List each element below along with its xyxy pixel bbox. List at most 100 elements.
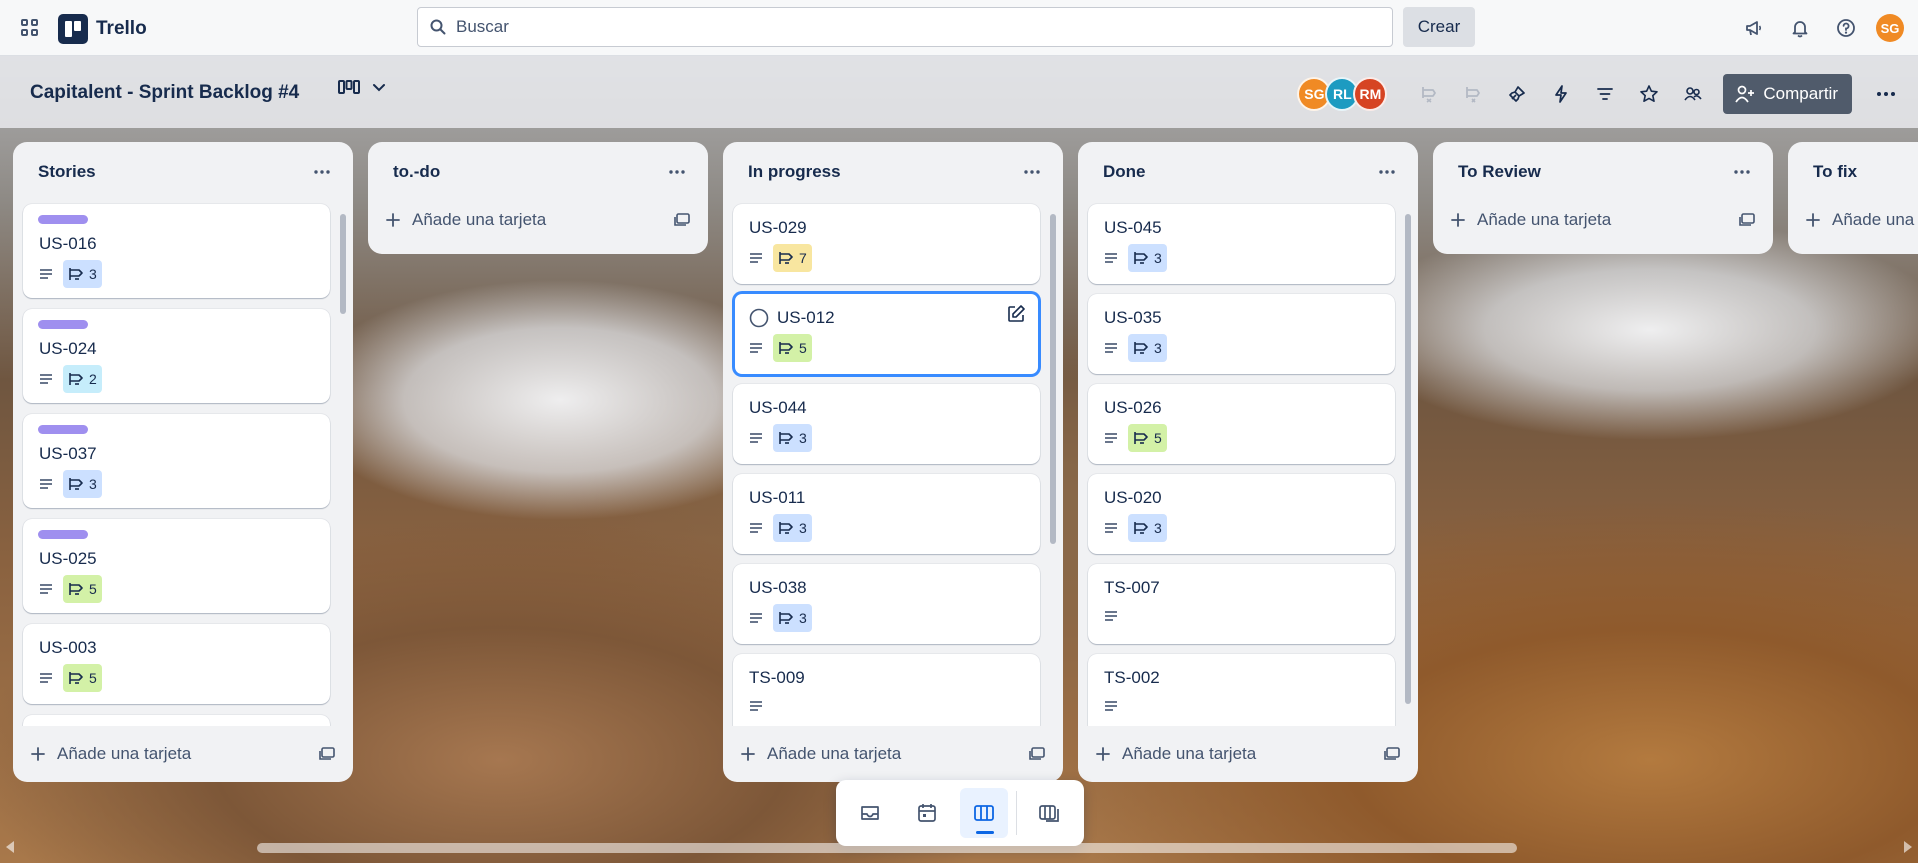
complete-checkbox-icon[interactable] <box>749 308 769 328</box>
lightning-icon[interactable] <box>1543 76 1579 112</box>
list-scrollbar[interactable] <box>339 202 347 726</box>
card[interactable]: US-045 3 <box>1088 204 1395 284</box>
board-title[interactable]: Capitalent - Sprint Backlog #4 <box>30 82 299 104</box>
description-icon <box>39 373 53 385</box>
list-scrollbar[interactable] <box>1404 202 1412 726</box>
card[interactable]: TS-007 <box>1088 564 1395 644</box>
template-icon[interactable] <box>319 747 335 761</box>
list-menu-icon[interactable] <box>1372 157 1402 187</box>
story-points-icon <box>69 373 83 385</box>
card-label[interactable] <box>38 320 88 329</box>
list-menu-icon[interactable] <box>1017 157 1047 187</box>
switch-board-button[interactable] <box>1025 788 1074 838</box>
help-icon[interactable] <box>1830 12 1862 44</box>
card[interactable]: TS-002 <box>1088 654 1395 726</box>
story-points-icon <box>69 478 83 490</box>
list-menu-icon[interactable] <box>662 157 692 187</box>
card[interactable]: US-020 3 <box>1088 474 1395 554</box>
card[interactable]: US-016 3 <box>23 204 330 298</box>
member-avatar[interactable]: RM <box>1353 77 1388 111</box>
story-points-badge: 5 <box>773 334 812 362</box>
description-icon <box>39 672 53 684</box>
list-title[interactable]: Stories <box>38 162 96 182</box>
card[interactable]: US-035 3 <box>1088 294 1395 374</box>
trello-logo[interactable]: Trello <box>58 14 147 44</box>
scroll-right-icon[interactable] <box>1904 841 1912 853</box>
template-icon[interactable] <box>1029 747 1045 761</box>
template-icon[interactable] <box>1384 747 1400 761</box>
story-points-icon <box>69 268 83 280</box>
add-card-button[interactable]: Añade una tarjeta <box>368 192 708 248</box>
list-scrollbar[interactable] <box>1049 202 1057 726</box>
list-title[interactable]: To fix <box>1813 162 1857 182</box>
template-icon[interactable] <box>674 213 690 227</box>
add-card-label: Añade una tarjeta <box>767 744 902 763</box>
app-switcher-icon[interactable] <box>16 14 44 42</box>
automation-disabled-icon <box>1411 76 1447 112</box>
board-view-button[interactable] <box>959 788 1009 838</box>
story-points-value: 5 <box>89 581 97 597</box>
card[interactable]: US-037 3 <box>23 414 330 508</box>
add-card-button[interactable]: Añade una tarjeta <box>13 726 353 782</box>
list-title[interactable]: Done <box>1103 162 1146 182</box>
story-points-value: 3 <box>89 266 97 282</box>
story-points-badge: 7 <box>773 244 812 272</box>
star-icon[interactable] <box>1631 76 1667 112</box>
description-icon <box>749 432 763 444</box>
description-icon <box>39 478 53 490</box>
card[interactable]: US-029 7 <box>733 204 1040 284</box>
add-card-button[interactable]: Añade una tarjeta <box>1433 192 1773 248</box>
story-points-badge: 3 <box>773 604 812 632</box>
story-points-badge: 2 <box>63 365 102 393</box>
card-label[interactable] <box>38 215 88 224</box>
template-icon[interactable] <box>1739 213 1755 227</box>
megaphone-icon[interactable] <box>1738 12 1770 44</box>
power-ups-icon[interactable] <box>1499 76 1535 112</box>
story-points-value: 5 <box>89 670 97 686</box>
card-focused[interactable]: US-012 5 <box>733 292 1040 376</box>
edit-icon[interactable] <box>1006 304 1026 324</box>
card[interactable]: US-026 5 <box>1088 384 1395 464</box>
plus-icon <box>741 747 755 761</box>
scroll-left-icon[interactable] <box>6 841 14 853</box>
inbox-view-button[interactable] <box>846 788 895 838</box>
board-horizontal-scrollbar[interactable] <box>0 836 1918 858</box>
search-input[interactable] <box>456 17 1356 37</box>
description-icon <box>39 583 53 595</box>
card[interactable]: TS-009 <box>733 654 1040 726</box>
list-to-do: to.-do Añade una tarjeta <box>368 142 708 254</box>
card[interactable]: US-011 3 <box>733 474 1040 554</box>
calendar-view-button[interactable] <box>903 788 952 838</box>
card-label[interactable] <box>38 425 88 434</box>
add-card-button[interactable]: Añade una tarjeta <box>1078 726 1418 782</box>
list-title[interactable]: In progress <box>748 162 841 182</box>
story-points-icon <box>69 583 83 595</box>
list-menu-icon[interactable] <box>307 157 337 187</box>
board-view-switcher[interactable] <box>338 80 386 96</box>
card-label[interactable] <box>38 530 88 539</box>
scrollbar-thumb[interactable] <box>257 843 1517 853</box>
card[interactable]: US-038 3 <box>733 564 1040 644</box>
add-card-button[interactable]: Añade una tarjeta <box>1788 192 1918 248</box>
add-card-button[interactable]: Añade una tarjeta <box>723 726 1063 782</box>
list-title[interactable]: to.-do <box>393 162 440 182</box>
more-menu-icon[interactable] <box>1868 76 1904 112</box>
list-title[interactable]: To Review <box>1458 162 1541 182</box>
bell-icon[interactable] <box>1784 12 1816 44</box>
search-box[interactable] <box>417 7 1393 47</box>
card[interactable]: US-003 5 <box>23 624 330 704</box>
filter-icon[interactable] <box>1587 76 1623 112</box>
list-menu-icon[interactable] <box>1727 157 1757 187</box>
visibility-icon[interactable] <box>1675 76 1711 112</box>
description-icon <box>1104 700 1118 712</box>
chevron-down-icon <box>372 83 386 93</box>
create-button[interactable]: Crear <box>1403 7 1475 47</box>
story-points-icon <box>779 522 793 534</box>
board-members[interactable]: SG RL RM <box>1297 77 1388 111</box>
card[interactable]: US-044 3 <box>733 384 1040 464</box>
card[interactable]: US-025 5 <box>23 519 330 613</box>
user-avatar[interactable]: SG <box>1876 14 1904 42</box>
card[interactable]: US-024 2 <box>23 309 330 403</box>
share-button[interactable]: Compartir <box>1723 74 1852 114</box>
card[interactable] <box>23 715 330 726</box>
